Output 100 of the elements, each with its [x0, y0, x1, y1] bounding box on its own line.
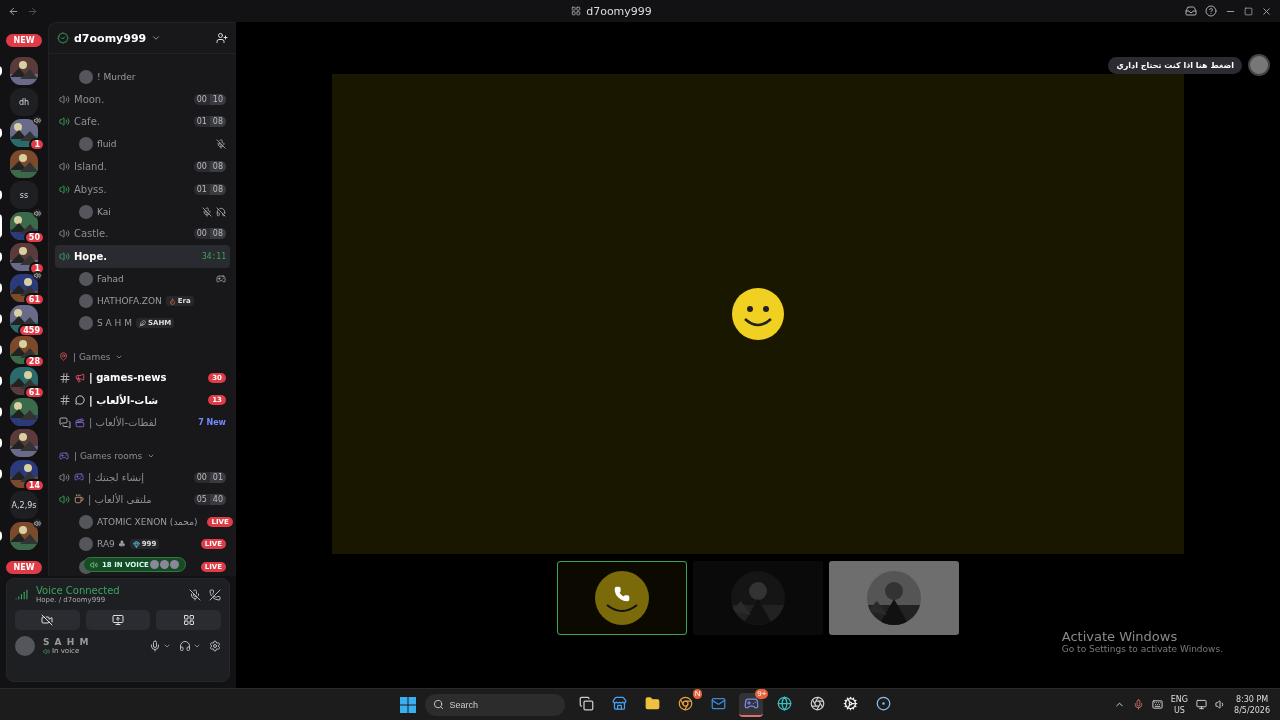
camera-off-button[interactable] [15, 610, 80, 630]
voice-member[interactable]: Kai [55, 200, 230, 223]
screen-share-button[interactable] [85, 610, 151, 630]
maximize-icon[interactable] [1244, 6, 1253, 16]
monitor-icon[interactable] [1196, 699, 1208, 710]
channel-name: | games-news [89, 372, 167, 384]
activation-hint: Go to Settings to activate Windows. [1061, 644, 1223, 654]
channel-name: Hope. [74, 250, 107, 262]
channel-name: | شات-الألعاب [89, 394, 158, 406]
participant-tile[interactable] [557, 561, 687, 635]
user-count: 00 10 [193, 94, 226, 106]
clock[interactable]: 8:30 PM 8/5/2026 [1234, 693, 1270, 716]
avatar [79, 514, 93, 529]
flame-icon [168, 297, 176, 305]
store-bag-icon [611, 696, 627, 711]
language-indicator[interactable]: ENG US [1170, 693, 1189, 716]
category-name[interactable]: | Games rooms [74, 450, 143, 461]
chevron-down-icon[interactable] [151, 33, 162, 43]
server-icon[interactable]: ss [10, 181, 38, 209]
channel-name: | ملتقى الألعاب [88, 493, 152, 505]
avatar [79, 316, 93, 331]
help-icon[interactable] [1205, 5, 1217, 17]
category-name[interactable]: | Games [73, 351, 111, 362]
member-name: ! Murder [97, 72, 136, 83]
call-timer: 34:11 [201, 251, 226, 261]
settings-button[interactable] [209, 640, 221, 652]
hash-icon [59, 371, 71, 384]
server-name[interactable]: d7oomy999 [74, 31, 147, 45]
voice-channel[interactable]: Cafe. 01 08 [55, 110, 230, 134]
notification-count: N [692, 688, 703, 699]
server-icon[interactable]: dh [10, 88, 38, 116]
add-member-icon[interactable] [216, 32, 228, 44]
member-name: S A H M [97, 318, 132, 329]
microphone-button[interactable] [149, 640, 171, 652]
chevron-down-icon [193, 642, 201, 650]
participant-tile[interactable] [829, 561, 959, 635]
voice-member[interactable]: Fahad [55, 267, 230, 290]
windows-logo-icon[interactable] [400, 696, 417, 713]
server-icon[interactable] [10, 460, 38, 488]
activities-button[interactable] [156, 610, 221, 630]
muted-mic-icon [202, 206, 212, 217]
server-icon[interactable] [10, 57, 38, 85]
server-icon[interactable] [10, 212, 38, 240]
headphones-icon [179, 640, 191, 652]
user-name: S A H M [43, 637, 91, 647]
member-name: fluid [97, 139, 117, 150]
server-icon[interactable] [10, 119, 38, 147]
camera-off-icon [41, 614, 54, 626]
back-arrow-icon[interactable] [8, 5, 19, 17]
phone-avatar-icon [595, 571, 649, 625]
avatar [79, 537, 93, 552]
avatar [79, 294, 93, 309]
server-icon[interactable] [10, 429, 38, 457]
avatar[interactable] [1248, 54, 1270, 76]
headphones-button[interactable] [179, 640, 201, 652]
chevron-down-icon [163, 642, 171, 650]
speaker-icon [90, 560, 98, 569]
server-icon[interactable] [10, 522, 38, 550]
disconnect-button[interactable] [209, 588, 221, 601]
inbox-icon[interactable] [1185, 5, 1197, 17]
search-field[interactable]: Search [425, 693, 566, 716]
voice-channel[interactable]: Hope. 34:11 [55, 245, 230, 268]
voice-channel[interactable]: Castle. 00 08 [55, 222, 230, 246]
gamepad-icon [59, 450, 69, 461]
notification-count: 9+ [755, 688, 769, 699]
server-icon[interactable] [10, 243, 38, 271]
server-icon[interactable]: A,2,9s [10, 491, 38, 519]
voice-member[interactable]: ! Murder [55, 66, 230, 89]
voice-channel[interactable]: Moon. 00 10 [55, 88, 230, 111]
member-name: HATHOFA.ZON [97, 296, 162, 307]
folder-icon [644, 696, 660, 711]
speaker-icon [43, 647, 50, 655]
server-icon[interactable] [10, 367, 38, 395]
noise-suppression-button[interactable] [189, 588, 201, 601]
close-icon[interactable] [1261, 5, 1272, 17]
voice-channel[interactable]: Abyss. 01 08 [55, 177, 230, 201]
keyboard-icon[interactable] [1151, 699, 1163, 710]
smiley-avatar [731, 287, 785, 341]
user-count: 00 01 [193, 471, 226, 483]
server-icon[interactable] [10, 398, 38, 426]
settings-icon [209, 640, 221, 652]
server-icon[interactable] [10, 305, 38, 333]
activation-title: Activate Windows [1061, 629, 1179, 644]
avatar [79, 271, 93, 286]
muted-mic-icon [189, 588, 201, 601]
voice-member[interactable]: fluid [55, 133, 230, 156]
mail-icon [710, 696, 726, 711]
avatar [79, 204, 93, 219]
avatar [79, 137, 93, 152]
server-icon[interactable] [10, 150, 38, 178]
server-icon[interactable] [10, 274, 38, 302]
hash-icon [59, 394, 71, 407]
voice-channel[interactable]: Island. 00 08 [55, 155, 230, 178]
globe-icon [776, 696, 792, 711]
channel-name: Island. [74, 161, 107, 173]
participant-tile[interactable] [693, 561, 823, 635]
server-icon[interactable] [10, 336, 38, 364]
microphone-icon[interactable] [1132, 699, 1144, 710]
member-name: RA9 ♣ [97, 539, 126, 550]
mention-count: 459 [18, 324, 45, 337]
